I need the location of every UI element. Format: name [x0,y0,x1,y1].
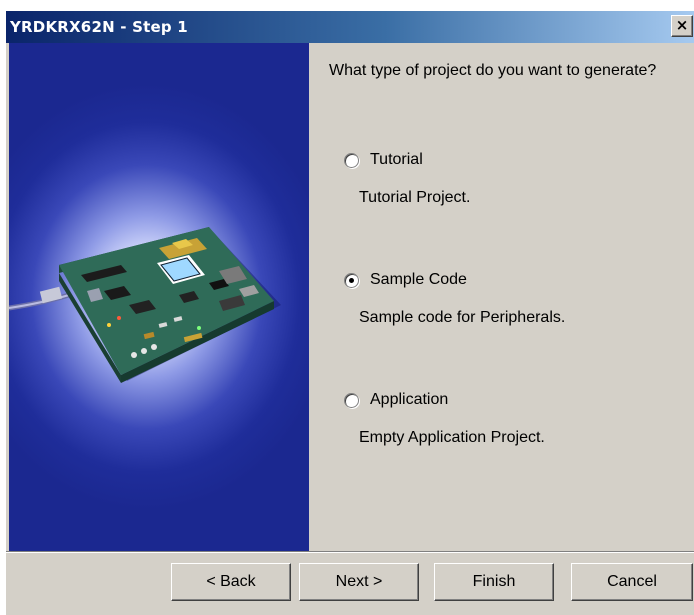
wizard-banner [9,43,309,551]
back-button[interactable]: < Back [171,563,291,601]
tutorial-description: Tutorial Project. [359,189,471,206]
radio-application-label: Application [370,391,449,408]
wizard-content: What type of project do you want to gene… [309,43,694,551]
question-text: What type of project do you want to gene… [329,62,657,79]
window-title: YRDKRX62N - Step 1 [10,18,188,36]
title-bar[interactable]: YRDKRX62N - Step 1 × [6,11,694,43]
application-description: Empty Application Project. [359,429,545,446]
radio-tutorial-button[interactable] [344,152,359,168]
close-icon: × [675,16,689,34]
next-button[interactable]: Next > [299,563,419,601]
sample-code-description: Sample code for Peripherals. [359,309,566,326]
button-divider [6,551,694,553]
radio-application[interactable]: Application [344,389,448,411]
radio-sample-code[interactable]: Sample Code [344,269,467,291]
radio-sample-code-button[interactable] [344,272,359,288]
finish-button[interactable]: Finish [434,563,554,601]
radio-application-button[interactable] [344,392,359,408]
wizard-dialog: YRDKRX62N - Step 1 × What type of projec… [5,10,694,615]
radio-sample-code-label: Sample Code [370,271,467,288]
cancel-button[interactable]: Cancel [571,563,693,601]
radio-tutorial-label: Tutorial [370,151,423,168]
board-image [9,227,281,383]
radio-tutorial[interactable]: Tutorial [344,149,423,171]
close-button[interactable]: × [671,15,693,37]
